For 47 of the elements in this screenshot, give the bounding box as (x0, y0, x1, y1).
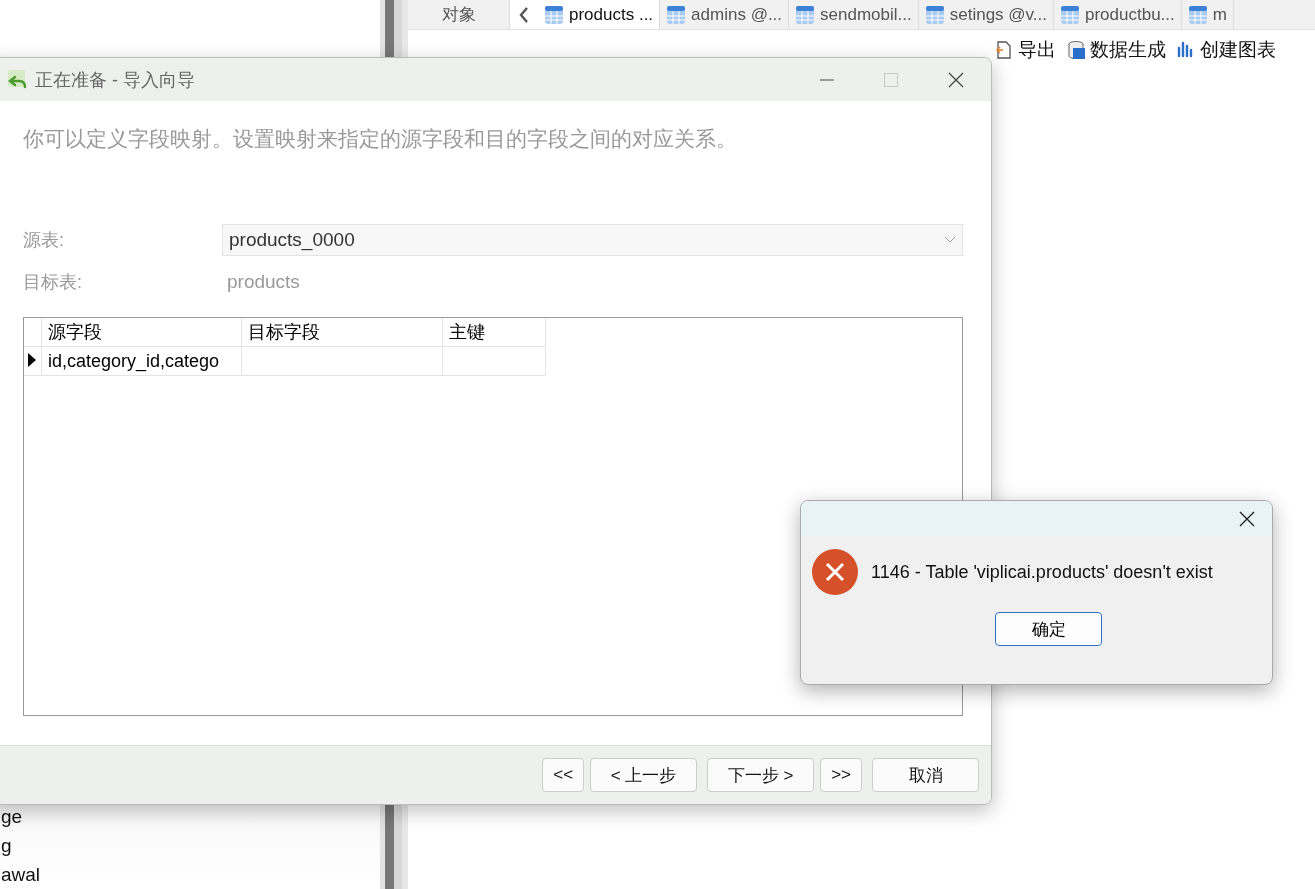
tab-scroll-left-button[interactable] (510, 0, 538, 29)
table-icon (544, 4, 564, 25)
table-icon (1060, 4, 1080, 25)
ok-button[interactable]: 确定 (995, 612, 1102, 646)
table-icon (924, 4, 945, 25)
first-step-button[interactable]: << (542, 758, 585, 792)
chevron-left-icon (519, 6, 529, 23)
table-cell[interactable] (241, 346, 443, 376)
table-cell[interactable] (442, 346, 546, 376)
source-table-dropdown[interactable]: products_0000 (222, 224, 963, 256)
table-icon (1187, 4, 1208, 25)
error-icon (811, 548, 859, 596)
tab[interactable]: productbu... (1054, 0, 1182, 29)
target-table-value: products (226, 271, 300, 293)
sidebar-item[interactable]: awal (1, 860, 380, 889)
close-icon[interactable] (947, 70, 965, 89)
document-icon (994, 40, 1014, 60)
column-header[interactable]: 目标字段 (241, 318, 443, 347)
tab[interactable]: sendmobil... (789, 0, 919, 29)
sidebar-item[interactable]: ge (1, 802, 380, 831)
toolbar-button[interactable]: 导出 (994, 37, 1056, 63)
table-icon (666, 4, 687, 25)
close-icon[interactable] (1238, 509, 1256, 528)
tab[interactable]: setings @v... (918, 0, 1054, 29)
tab[interactable]: admins @... (660, 0, 790, 29)
sidebar-item[interactable]: g (1, 831, 380, 860)
undo-arrow-icon (7, 68, 29, 91)
table-cell[interactable]: id,category_id,catego (41, 346, 242, 376)
column-header[interactable]: 主键 (442, 318, 546, 347)
description-text: 你可以定义字段映射。设置映射来指定的源字段和目的字段之间的对应关系。 (23, 126, 738, 152)
back-button[interactable]: < 上一步 (590, 758, 698, 792)
cancel-button[interactable]: 取消 (872, 758, 979, 792)
table-icon (795, 4, 816, 25)
window-title: 正在准备 - 导入向导 (35, 68, 195, 92)
column-header[interactable]: 源字段 (41, 318, 242, 347)
toolbar-button[interactable]: 数据生成 (1066, 37, 1166, 63)
last-step-button[interactable]: >> (820, 758, 862, 792)
target-table-label: 目标表: (23, 271, 83, 294)
database-icon (1066, 40, 1086, 60)
tab[interactable]: m (1181, 0, 1234, 29)
tab[interactable]: products ... (538, 0, 661, 29)
error-message: 1146 - Table 'viplicai.products' doesn't exist (871, 561, 1213, 583)
chevron-down-icon (944, 236, 956, 244)
next-button[interactable]: 下一步 > (707, 758, 815, 792)
toolbar-button[interactable]: 创建图表 (1176, 37, 1276, 63)
maximize-icon[interactable] (883, 71, 899, 88)
source-table-label: 源表: (23, 229, 65, 252)
